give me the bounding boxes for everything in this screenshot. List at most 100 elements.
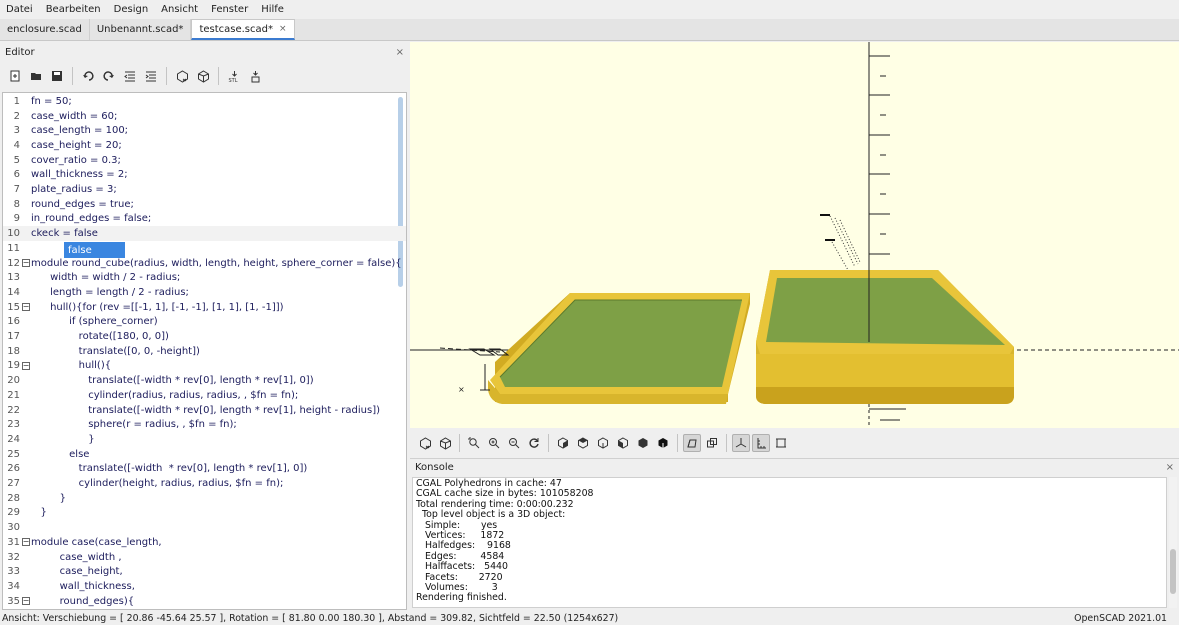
code-line[interactable]: 1 fn = 50; bbox=[3, 94, 406, 109]
code-line[interactable]: 21 cylinder(radius, radius, radius, , $f… bbox=[3, 388, 406, 403]
line-number: 18 bbox=[7, 345, 20, 357]
code-line[interactable]: 24 } bbox=[3, 432, 406, 447]
file-tab[interactable]: enclosure.scad bbox=[0, 19, 90, 40]
code-line[interactable]: 22 translate([-width * rev[0], length * … bbox=[3, 403, 406, 418]
fold-toggle-icon[interactable]: − bbox=[22, 597, 30, 606]
view-left-icon[interactable] bbox=[614, 434, 632, 452]
code-line[interactable]: 23 sphere(r = radius, , $fn = fn); bbox=[3, 417, 406, 432]
code-line[interactable]: 6 wall_thickness = 2; bbox=[3, 168, 406, 183]
fold-toggle-icon[interactable]: − bbox=[22, 538, 30, 547]
code-line[interactable]: 33 case_height, bbox=[3, 564, 406, 579]
code-line[interactable]: 13 width = width / 2 - radius; bbox=[3, 270, 406, 285]
code-line[interactable]: 19− hull(){ bbox=[3, 359, 406, 374]
code-line[interactable]: 8 round_edges = true; bbox=[3, 197, 406, 212]
code-line[interactable]: 4 case_height = 20; bbox=[3, 138, 406, 153]
code-line[interactable]: 35− round_edges){ bbox=[3, 594, 406, 609]
line-number: 7 bbox=[13, 184, 20, 196]
save-icon[interactable] bbox=[48, 67, 66, 85]
perspective-icon[interactable] bbox=[683, 434, 701, 452]
code-line[interactable]: 20 translate([-width * rev[0], length * … bbox=[3, 373, 406, 388]
code-line[interactable]: 15− hull(){for (rev =[[-1, 1], [-1, -1],… bbox=[3, 300, 406, 315]
preview-icon[interactable] bbox=[173, 67, 191, 85]
redo-icon[interactable] bbox=[100, 67, 118, 85]
line-number: 9 bbox=[13, 213, 20, 225]
open-file-icon[interactable] bbox=[27, 67, 45, 85]
code-line[interactable]: 32 case_width , bbox=[3, 550, 406, 565]
console-scrollbar-thumb[interactable] bbox=[1170, 549, 1176, 594]
code-line[interactable]: 25 else bbox=[3, 447, 406, 462]
unindent-icon[interactable] bbox=[121, 67, 139, 85]
tab-close-icon[interactable]: × bbox=[279, 24, 287, 34]
file-tab[interactable]: Unbenannt.scad* bbox=[90, 19, 192, 40]
code-text: module case(case_length, bbox=[31, 536, 162, 548]
menubar: Datei Bearbeiten Design Ansicht Fenster Hilfe bbox=[0, 0, 1179, 19]
console-line: Simple: yes bbox=[416, 519, 498, 531]
code-text: cylinder(radius, radius, radius, , $fn =… bbox=[31, 389, 299, 401]
zoom-out-icon[interactable] bbox=[505, 434, 523, 452]
reset-view-icon[interactable] bbox=[525, 434, 543, 452]
code-line[interactable]: 14 length = length / 2 - radius; bbox=[3, 285, 406, 300]
code-text: cylinder(height, radius, radius, $fn = f… bbox=[31, 478, 284, 490]
fold-toggle-icon[interactable]: − bbox=[22, 303, 30, 312]
code-text: if (sphere_corner) bbox=[31, 316, 158, 328]
view-front-icon[interactable] bbox=[634, 434, 652, 452]
show-edges-icon[interactable] bbox=[772, 434, 790, 452]
undo-icon[interactable] bbox=[79, 67, 97, 85]
orthogonal-icon[interactable] bbox=[703, 434, 721, 452]
code-line[interactable]: 3 case_length = 100; bbox=[3, 123, 406, 138]
menu-bearbeiten[interactable]: Bearbeiten bbox=[46, 4, 101, 15]
preview-icon[interactable] bbox=[416, 434, 434, 452]
file-tab[interactable]: testcase.scad* × bbox=[191, 19, 295, 40]
fold-toggle-icon[interactable]: − bbox=[22, 259, 30, 268]
view-back-icon[interactable] bbox=[654, 434, 672, 452]
zoom-in-icon[interactable] bbox=[485, 434, 503, 452]
code-line[interactable]: 2 case_width = 60; bbox=[3, 109, 406, 124]
code-line[interactable]: 31− module case(case_length, bbox=[3, 535, 406, 550]
code-line[interactable]: 28 } bbox=[3, 491, 406, 506]
code-line[interactable]: 26 translate([-width * rev[0], length * … bbox=[3, 462, 406, 477]
code-line[interactable]: 30 bbox=[3, 520, 406, 535]
code-line[interactable]: 29 } bbox=[3, 506, 406, 521]
code-editor[interactable]: 1 fn = 50; 2 case_width = 60; 3 case_length =… bbox=[2, 92, 407, 610]
zoom-all-icon[interactable] bbox=[465, 434, 483, 452]
menu-fenster[interactable]: Fenster bbox=[211, 4, 248, 15]
indent-icon[interactable] bbox=[142, 67, 160, 85]
line-number: 21 bbox=[7, 389, 20, 401]
export-stl-icon[interactable]: STL bbox=[225, 67, 243, 85]
autocomplete-item[interactable]: false bbox=[64, 242, 125, 258]
code-line[interactable]: 27 cylinder(height, radius, radius, $fn … bbox=[3, 476, 406, 491]
code-line[interactable]: 18 translate([0, 0, -height]) bbox=[3, 344, 406, 359]
file-tab-label: enclosure.scad bbox=[7, 24, 82, 35]
send-to-print-icon[interactable] bbox=[246, 67, 264, 85]
console-close-icon[interactable]: × bbox=[1166, 462, 1174, 473]
code-line[interactable]: 7 plate_radius = 3; bbox=[3, 182, 406, 197]
new-file-icon[interactable] bbox=[6, 67, 24, 85]
line-number: 1 bbox=[13, 95, 20, 107]
menu-datei[interactable]: Datei bbox=[6, 4, 33, 15]
code-line[interactable]: 10 ckeck = false bbox=[3, 226, 406, 241]
show-axes-icon[interactable] bbox=[732, 434, 750, 452]
view-bottom-icon[interactable] bbox=[594, 434, 612, 452]
code-line[interactable]: 17 rotate([180, 0, 0]) bbox=[3, 329, 406, 344]
show-scale-icon[interactable] bbox=[752, 434, 770, 452]
render-icon[interactable] bbox=[436, 434, 454, 452]
editor-close-icon[interactable]: × bbox=[396, 47, 404, 58]
menu-hilfe[interactable]: Hilfe bbox=[261, 4, 284, 15]
menu-ansicht[interactable]: Ansicht bbox=[161, 4, 198, 15]
code-line[interactable]: 9 in_round_edges = false; bbox=[3, 212, 406, 227]
code-text: } bbox=[31, 433, 95, 445]
3d-viewport[interactable]: × bbox=[410, 42, 1179, 428]
line-number: 29 bbox=[7, 507, 20, 519]
code-line[interactable]: 16 if (sphere_corner) bbox=[3, 315, 406, 330]
render-icon[interactable] bbox=[194, 67, 212, 85]
code-text: case_height = 20; bbox=[31, 139, 122, 151]
menu-design[interactable]: Design bbox=[114, 4, 149, 15]
code-line[interactable]: 5 cover_ratio = 0.3; bbox=[3, 153, 406, 168]
svg-text:×: × bbox=[458, 385, 465, 394]
fold-toggle-icon[interactable]: − bbox=[22, 361, 30, 370]
view-top-icon[interactable] bbox=[574, 434, 592, 452]
view-right-icon[interactable] bbox=[554, 434, 572, 452]
console-scrollbar[interactable] bbox=[1169, 477, 1177, 608]
code-line[interactable]: 34 wall_thickness, bbox=[3, 579, 406, 594]
line-number: 19 bbox=[7, 360, 20, 372]
